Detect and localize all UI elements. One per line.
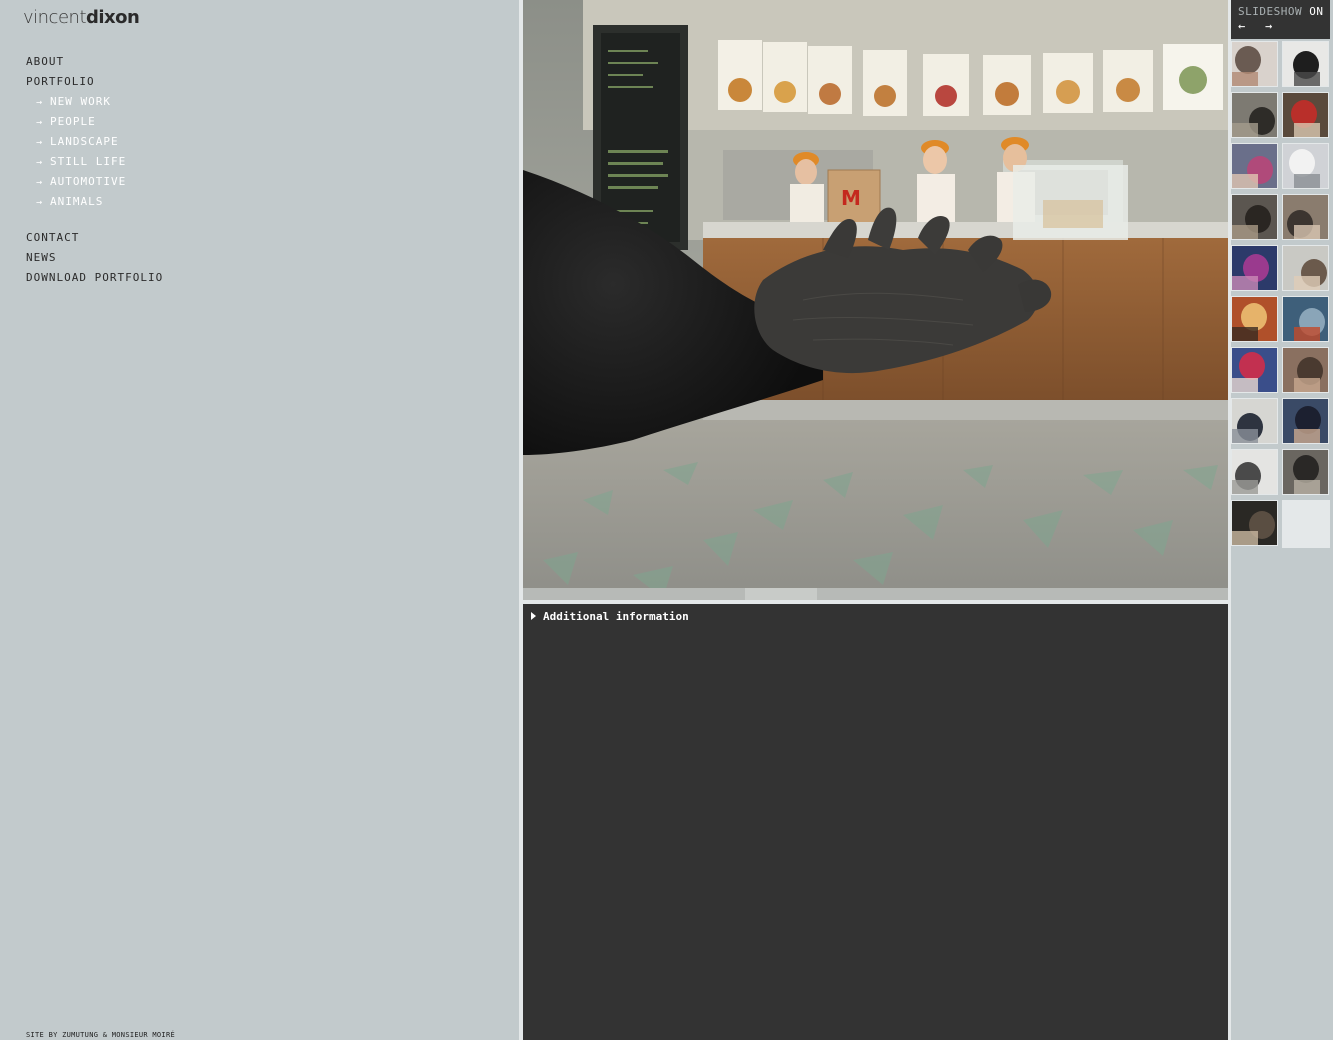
thumbnail-19[interactable] <box>1231 500 1278 546</box>
nav-contact[interactable]: CONTACT <box>26 228 163 248</box>
empty-thumbnail-slot <box>1282 500 1330 548</box>
thumbnail-7[interactable] <box>1231 194 1278 240</box>
slideshow-controls: SLIDESHOW ON ← → <box>1231 0 1330 39</box>
thumbnail-3[interactable] <box>1231 92 1278 138</box>
nav-about[interactable]: ABOUT <box>26 52 126 72</box>
thumbnail-1[interactable] <box>1231 41 1278 87</box>
thumbnail-17[interactable] <box>1231 449 1278 495</box>
thumbnail-15[interactable] <box>1231 398 1278 444</box>
main-nav: ABOUT PORTFOLIO → NEW WORK → PEOPLE → LANDS… <box>26 52 126 212</box>
thumbnail-12[interactable] <box>1282 296 1329 342</box>
thumbnail-6[interactable] <box>1282 143 1329 189</box>
svg-text:M: M <box>841 186 861 210</box>
thumbnail-11[interactable] <box>1231 296 1278 342</box>
nav-sub-label: AUTOMOTIVE <box>50 175 127 188</box>
nav-sub-label: ANIMALS <box>50 195 104 208</box>
thumbnail-13[interactable] <box>1231 347 1278 393</box>
thumbnail-8[interactable] <box>1282 194 1329 240</box>
photo-scroll-track[interactable] <box>523 588 1228 600</box>
arrow-right-icon: → <box>36 117 44 128</box>
nav-download-portfolio[interactable]: DOWNLOAD PORTFOLIO <box>26 268 163 288</box>
logo-last: dixon <box>86 7 140 28</box>
site-logo[interactable]: vincentdixon <box>23 7 140 28</box>
sidebar: vincentdixon ABOUT PORTFOLIO → NEW WORK →… <box>0 0 519 1040</box>
arrow-right-icon: → <box>36 197 44 208</box>
thumbnail-18[interactable] <box>1282 449 1329 495</box>
thumbnail-4[interactable] <box>1282 92 1329 138</box>
photo-image: M <box>523 0 1228 600</box>
main-photo[interactable]: M <box>523 0 1228 600</box>
nav-sub-still-life[interactable]: → STILL LIFE <box>26 152 126 172</box>
secondary-nav: CONTACT NEWS DOWNLOAD PORTFOLIO <box>26 228 163 288</box>
slideshow-state: ON <box>1309 5 1324 18</box>
thumbnail-16[interactable] <box>1282 398 1329 444</box>
thumbnail-5[interactable] <box>1231 143 1278 189</box>
nav-sub-people[interactable]: → PEOPLE <box>26 112 126 132</box>
slideshow-label: SLIDESHOW <box>1238 5 1303 18</box>
slideshow-toggle[interactable]: SLIDESHOW ON <box>1238 5 1323 18</box>
nav-sub-label: LANDSCAPE <box>50 135 119 148</box>
nav-sub-label: NEW WORK <box>50 95 111 108</box>
nav-sub-label: STILL LIFE <box>50 155 127 168</box>
thumbnail-9[interactable] <box>1231 245 1278 291</box>
arrow-right-icon: → <box>36 157 44 168</box>
nav-portfolio[interactable]: PORTFOLIO <box>26 72 126 92</box>
arrow-right-icon: → <box>36 177 44 188</box>
triangle-right-icon <box>531 612 536 620</box>
thumbnail-14[interactable] <box>1282 347 1329 393</box>
site-credit[interactable]: SITE BY ZUMUTUNG & MONSIEUR MOIRÉ <box>26 1031 175 1039</box>
nav-sub-new-work[interactable]: → NEW WORK <box>26 92 126 112</box>
arrow-right-icon: → <box>36 137 44 148</box>
nav-sub-automotive[interactable]: → AUTOMOTIVE <box>26 172 126 192</box>
additional-info-label: Additional information <box>543 610 689 623</box>
photo-scroll-thumb[interactable] <box>745 588 817 600</box>
arrow-right-icon: → <box>36 97 44 108</box>
thumbnail-column: SLIDESHOW ON ← → <box>1231 0 1333 1040</box>
nav-news[interactable]: NEWS <box>26 248 163 268</box>
thumbnail-10[interactable] <box>1282 245 1329 291</box>
additional-info-toggle[interactable]: Additional information <box>531 610 689 624</box>
thumbnail-2[interactable] <box>1282 41 1329 87</box>
previous-arrow-icon[interactable]: ← <box>1238 19 1245 33</box>
logo-first: vincent <box>23 7 87 28</box>
next-arrow-icon[interactable]: → <box>1265 19 1272 33</box>
nav-sub-landscape[interactable]: → LANDSCAPE <box>26 132 126 152</box>
nav-sub-label: PEOPLE <box>50 115 96 128</box>
info-panel: Additional information <box>523 604 1228 1040</box>
nav-sub-animals[interactable]: → ANIMALS <box>26 192 126 212</box>
